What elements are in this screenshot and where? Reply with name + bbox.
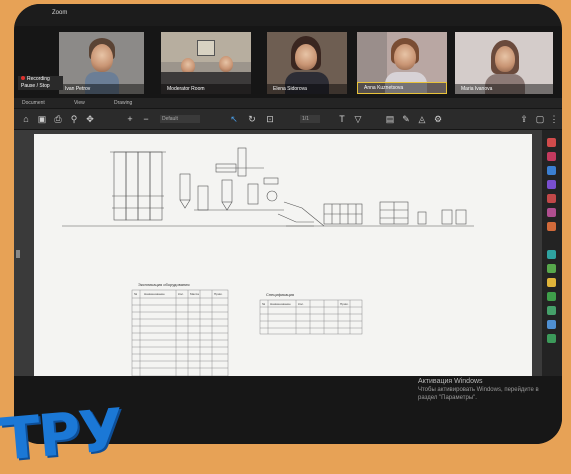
wall-picture [197, 40, 215, 56]
scroll-handle[interactable] [16, 250, 20, 258]
stamp-tool-icon[interactable] [547, 278, 556, 287]
technical-drawing: Экспликация оборудования № Наименование … [62, 147, 474, 377]
fullscreen-icon[interactable]: ▢ [534, 113, 546, 125]
tab-row: Document View Drawing [14, 98, 562, 108]
participant-video-4[interactable]: Anna Kuznetsova [357, 32, 447, 94]
participant-name: Anna Kuznetsova [357, 82, 447, 94]
document-viewport[interactable]: Экспликация оборудования № Наименование … [14, 130, 542, 377]
print-icon[interactable]: ⎙ [52, 113, 64, 125]
filter-icon[interactable]: ▽ [352, 113, 364, 125]
search-icon[interactable]: ⚲ [68, 113, 80, 125]
activation-text: раздел "Параметры". [418, 395, 477, 401]
tab-view[interactable]: View [74, 98, 85, 108]
optimize-tool-icon[interactable] [547, 264, 556, 273]
table-right-header: Наименование [270, 302, 291, 306]
silo [125, 151, 139, 221]
zoom-out-icon[interactable]: − [140, 113, 152, 125]
table-right-header: Кол. [298, 302, 304, 306]
more-tools-icon[interactable] [547, 320, 556, 329]
select-icon[interactable]: ↖ [228, 113, 240, 125]
text-icon[interactable]: T [336, 113, 348, 125]
zoom-window: Zoom Ivan Petrov Moderator Room Elena Si… [14, 4, 562, 444]
participant-video-1[interactable]: Ivan Petrov [59, 32, 144, 94]
table-left-header: № [134, 292, 138, 296]
zoom-select[interactable]: Default [160, 115, 200, 123]
windows-activation-notice: Активация Windows Чтобы активировать Win… [418, 378, 548, 402]
table-left-header: Прим. [214, 292, 223, 296]
home-icon[interactable]: ⌂ [20, 113, 32, 125]
participant-face [219, 56, 233, 72]
participant-name: Elena Sidorova [267, 84, 347, 94]
export-tool-icon[interactable] [547, 180, 556, 189]
share-icon[interactable]: ⇪ [518, 113, 530, 125]
table-left [131, 289, 229, 377]
title-bar: Zoom [14, 4, 562, 26]
participant-face [91, 44, 113, 72]
table-left-header: Наименование [144, 292, 165, 296]
compare-tool-icon[interactable] [547, 292, 556, 301]
silo [137, 151, 151, 221]
table-right-header: № [262, 302, 266, 306]
settings-icon[interactable]: ⚙ [432, 113, 444, 125]
window-title: Zoom [52, 10, 68, 16]
silo [149, 151, 163, 221]
measure-icon[interactable]: ⊡ [264, 113, 276, 125]
participant-video-3[interactable]: Elena Sidorova [267, 32, 347, 94]
tab-drawing[interactable]: Drawing [114, 98, 132, 108]
silo [113, 151, 127, 221]
measure-tool-icon[interactable] [547, 306, 556, 315]
edit-tool-icon[interactable] [547, 166, 556, 175]
note-icon[interactable]: ▤ [384, 113, 396, 125]
table-left-header: Кол. [178, 292, 184, 296]
participant-name: Ivan Petrov [59, 84, 144, 94]
drawing-page: Экспликация оборудования № Наименование … [34, 134, 532, 377]
overlay-watermark: ТРУ [0, 395, 125, 474]
participant-name: Maria Ivanova [455, 84, 553, 94]
hopper [179, 173, 191, 201]
table-left-header: Масса [190, 292, 199, 296]
comment-tool-icon[interactable] [547, 152, 556, 161]
record-icon [21, 76, 25, 80]
page-field[interactable]: 1/1 [300, 115, 320, 123]
table-left-title: Экспликация оборудования [138, 282, 190, 287]
recording-badge[interactable]: Recording Pause / Stop [18, 76, 63, 90]
hopper [197, 185, 209, 211]
pen-icon[interactable]: ✎ [400, 113, 412, 125]
viewer-toolbar: ⌂ ▣ ⎙ ⚲ ✥ + − Default ↖ ↻ ⊡ 1/1 T ▽ ▤ ✎ … [14, 109, 562, 129]
pdf-tool-icon[interactable] [547, 138, 556, 147]
participant-face [295, 44, 317, 70]
more-icon[interactable]: ⋮ [548, 113, 560, 125]
participant-face [495, 46, 515, 72]
rotate-icon[interactable]: ↻ [246, 113, 258, 125]
fill-sign-tool-icon[interactable] [547, 222, 556, 231]
save-icon[interactable]: ▣ [36, 113, 48, 125]
participant-video-2[interactable]: Moderator Room [161, 32, 251, 94]
zoom-in-icon[interactable]: + [124, 113, 136, 125]
elevator [237, 147, 247, 177]
scan-tool-icon[interactable] [547, 250, 556, 259]
activation-title: Активация Windows [418, 378, 483, 385]
pan-icon[interactable]: ✥ [84, 113, 96, 125]
protect-tool-icon[interactable] [547, 208, 556, 217]
share-tool-icon[interactable] [547, 334, 556, 343]
organize-tool-icon[interactable] [547, 194, 556, 203]
participant-video-5[interactable]: Maria Ivanova [455, 32, 553, 94]
table-right-title: Спецификация [266, 292, 294, 297]
highlight-icon[interactable]: ◬ [416, 113, 428, 125]
participant-name: Moderator Room [161, 84, 251, 94]
table-right-header: Прим. [340, 302, 349, 306]
recording-label: Recording [27, 76, 50, 82]
participant-face [394, 44, 416, 70]
recording-sub[interactable]: Pause / Stop [21, 83, 50, 89]
activation-text: Чтобы активировать Windows, перейдите в [418, 387, 539, 393]
tab-document[interactable]: Document [22, 98, 45, 108]
tool-rail [542, 130, 562, 380]
